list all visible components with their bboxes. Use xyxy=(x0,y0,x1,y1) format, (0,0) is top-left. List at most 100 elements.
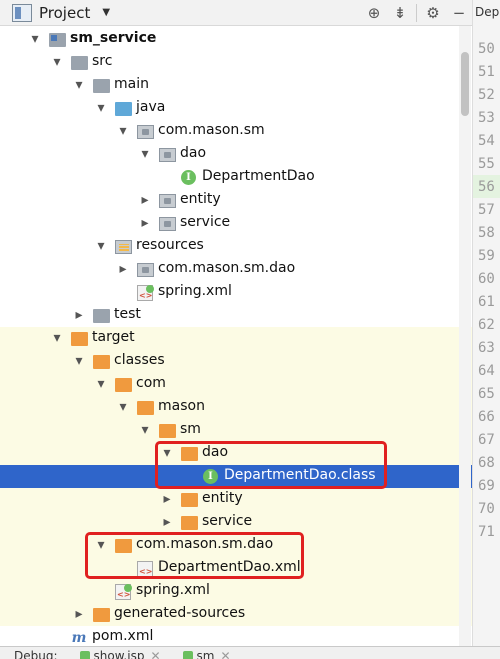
package-icon xyxy=(159,217,176,231)
chevron-down-icon[interactable]: ▼ xyxy=(102,7,110,18)
tree-item[interactable]: ▾ dao xyxy=(0,143,472,166)
chevron-right-icon[interactable]: ▸ xyxy=(117,261,129,277)
tree-item[interactable]: ▾ target xyxy=(0,327,472,350)
chevron-down-icon[interactable]: ▾ xyxy=(117,399,129,415)
excluded-folder-icon xyxy=(115,539,132,553)
tree-item[interactable]: ▾ com.mason.sm xyxy=(0,120,472,143)
debug-tab-show-jsp[interactable]: show.jsp ✕ xyxy=(79,649,161,659)
tree-item-label: com xyxy=(136,375,166,391)
tree-item[interactable]: ▾ com xyxy=(0,373,472,396)
excluded-folder-icon xyxy=(137,401,154,415)
tree-item[interactable]: ▾ sm_service xyxy=(0,28,472,51)
tree-item[interactable]: ▾ mason xyxy=(0,396,472,419)
folder-icon xyxy=(93,309,110,323)
tree-item[interactable]: I DepartmentDao xyxy=(0,166,472,189)
tree-item[interactable]: I DepartmentDao.class xyxy=(0,465,472,488)
debug-label: Debug: xyxy=(14,649,58,659)
chevron-right-icon[interactable]: ▸ xyxy=(139,192,151,208)
tree-item-label: entity xyxy=(202,490,243,506)
tree-item[interactable]: ▾ java xyxy=(0,97,472,120)
excluded-folder-icon xyxy=(115,378,132,392)
editor-tab-label[interactable]: Depa xyxy=(475,5,500,19)
tree-item[interactable]: ▾ dao xyxy=(0,442,472,465)
tree-item[interactable]: ▾ classes xyxy=(0,350,472,373)
hide-icon[interactable]: − xyxy=(446,0,472,26)
line-number: 53 xyxy=(478,109,495,126)
chevron-down-icon[interactable]: ▾ xyxy=(51,330,63,346)
line-number: 70 xyxy=(478,500,495,517)
tree-item[interactable]: m pom.xml xyxy=(0,626,472,646)
line-number: 51 xyxy=(478,63,495,80)
tree-item[interactable]: ▸ test xyxy=(0,304,472,327)
chevron-down-icon[interactable]: ▾ xyxy=(95,100,107,116)
tree-item-label: target xyxy=(92,329,135,345)
chevron-down-icon[interactable]: ▾ xyxy=(73,353,85,369)
editor-gutter: Depa 50 51 52 53 54 55 56 57 58 59 60 61 62 63 64 65 66 6… xyxy=(472,0,500,646)
tree-item-label: service xyxy=(180,214,231,230)
line-number: 60 xyxy=(478,270,495,287)
chevron-right-icon[interactable]: ▸ xyxy=(73,307,85,323)
tree-item[interactable]: ▸ entity xyxy=(0,189,472,212)
panel-title[interactable]: Project xyxy=(39,4,90,22)
chevron-down-icon[interactable]: ▾ xyxy=(139,422,151,438)
scrollbar-thumb[interactable] xyxy=(461,52,469,116)
chevron-down-icon[interactable]: ▾ xyxy=(95,238,107,254)
maven-pom-icon: m xyxy=(71,630,87,646)
tree-scrollbar[interactable] xyxy=(459,26,471,646)
locate-icon[interactable]: ⊕ xyxy=(361,0,387,26)
chevron-down-icon[interactable]: ▾ xyxy=(139,146,151,162)
tree-item[interactable]: ▾ sm xyxy=(0,419,472,442)
line-number: 67 xyxy=(478,431,495,448)
tree-item-label: com.mason.sm xyxy=(158,122,265,138)
tree-item-label: spring.xml xyxy=(158,283,232,299)
collapse-all-icon[interactable]: ⇟ xyxy=(387,0,413,26)
package-icon xyxy=(159,148,176,162)
chevron-right-icon[interactable]: ▸ xyxy=(161,514,173,530)
project-folder-icon xyxy=(12,3,32,22)
project-tree: ▾ sm_service ▾ src ▾ main ▾ java ▾ com.mason.sm ▾ d… xyxy=(0,26,472,646)
excluded-folder-icon xyxy=(181,447,198,461)
tree-item[interactable]: ▾ src xyxy=(0,51,472,74)
tree-item[interactable]: ▾ com.mason.sm.dao xyxy=(0,534,472,557)
line-number: 52 xyxy=(478,86,495,103)
tree-item-label: src xyxy=(92,53,113,69)
close-icon[interactable]: ✕ xyxy=(220,649,230,659)
folder-icon xyxy=(71,56,88,70)
tree-item[interactable]: ▸ com.mason.sm.dao xyxy=(0,258,472,281)
chevron-down-icon[interactable]: ▾ xyxy=(29,31,41,47)
tree-item-label: sm_service xyxy=(70,30,157,46)
tree-item[interactable]: spring.xml xyxy=(0,580,472,603)
tree-item[interactable]: ▾ main xyxy=(0,74,472,97)
chevron-right-icon[interactable]: ▸ xyxy=(139,215,151,231)
run-config-icon xyxy=(79,651,90,659)
debug-tab-label: show.jsp xyxy=(93,649,145,659)
chevron-right-icon[interactable]: ▸ xyxy=(161,491,173,507)
interface-icon: I xyxy=(203,469,218,484)
tree-item[interactable]: ▸ service xyxy=(0,212,472,235)
tree-item[interactable]: spring.xml xyxy=(0,281,472,304)
tree-item-label: com.mason.sm.dao xyxy=(136,536,274,552)
chevron-down-icon[interactable]: ▾ xyxy=(51,54,63,70)
line-number: 57 xyxy=(478,201,495,218)
chevron-down-icon[interactable]: ▾ xyxy=(95,537,107,553)
tree-item-label: generated-sources xyxy=(114,605,246,621)
debug-tab-sm[interactable]: sm ✕ xyxy=(182,649,231,659)
chevron-down-icon[interactable]: ▾ xyxy=(161,445,173,461)
close-icon[interactable]: ✕ xyxy=(150,649,160,659)
chevron-down-icon[interactable]: ▾ xyxy=(117,123,129,139)
tree-item[interactable]: ▸ entity xyxy=(0,488,472,511)
line-number: 56 xyxy=(473,175,500,198)
toolbar-divider xyxy=(416,4,417,22)
tree-item[interactable]: ▸ service xyxy=(0,511,472,534)
line-number: 55 xyxy=(478,155,495,172)
tree-item[interactable]: ▸ generated-sources xyxy=(0,603,472,626)
chevron-down-icon[interactable]: ▾ xyxy=(95,376,107,392)
tree-item[interactable]: ▾ resources xyxy=(0,235,472,258)
tree-item-label: mason xyxy=(158,398,205,414)
tree-item[interactable]: DepartmentDao.xml xyxy=(0,557,472,580)
chevron-right-icon[interactable]: ▸ xyxy=(73,606,85,622)
gear-icon[interactable]: ⚙ xyxy=(420,0,446,26)
project-panel-header: Project ▼ ⊕ ⇟ ⚙ − xyxy=(0,0,472,26)
excluded-folder-icon xyxy=(71,332,88,346)
chevron-down-icon[interactable]: ▾ xyxy=(73,77,85,93)
